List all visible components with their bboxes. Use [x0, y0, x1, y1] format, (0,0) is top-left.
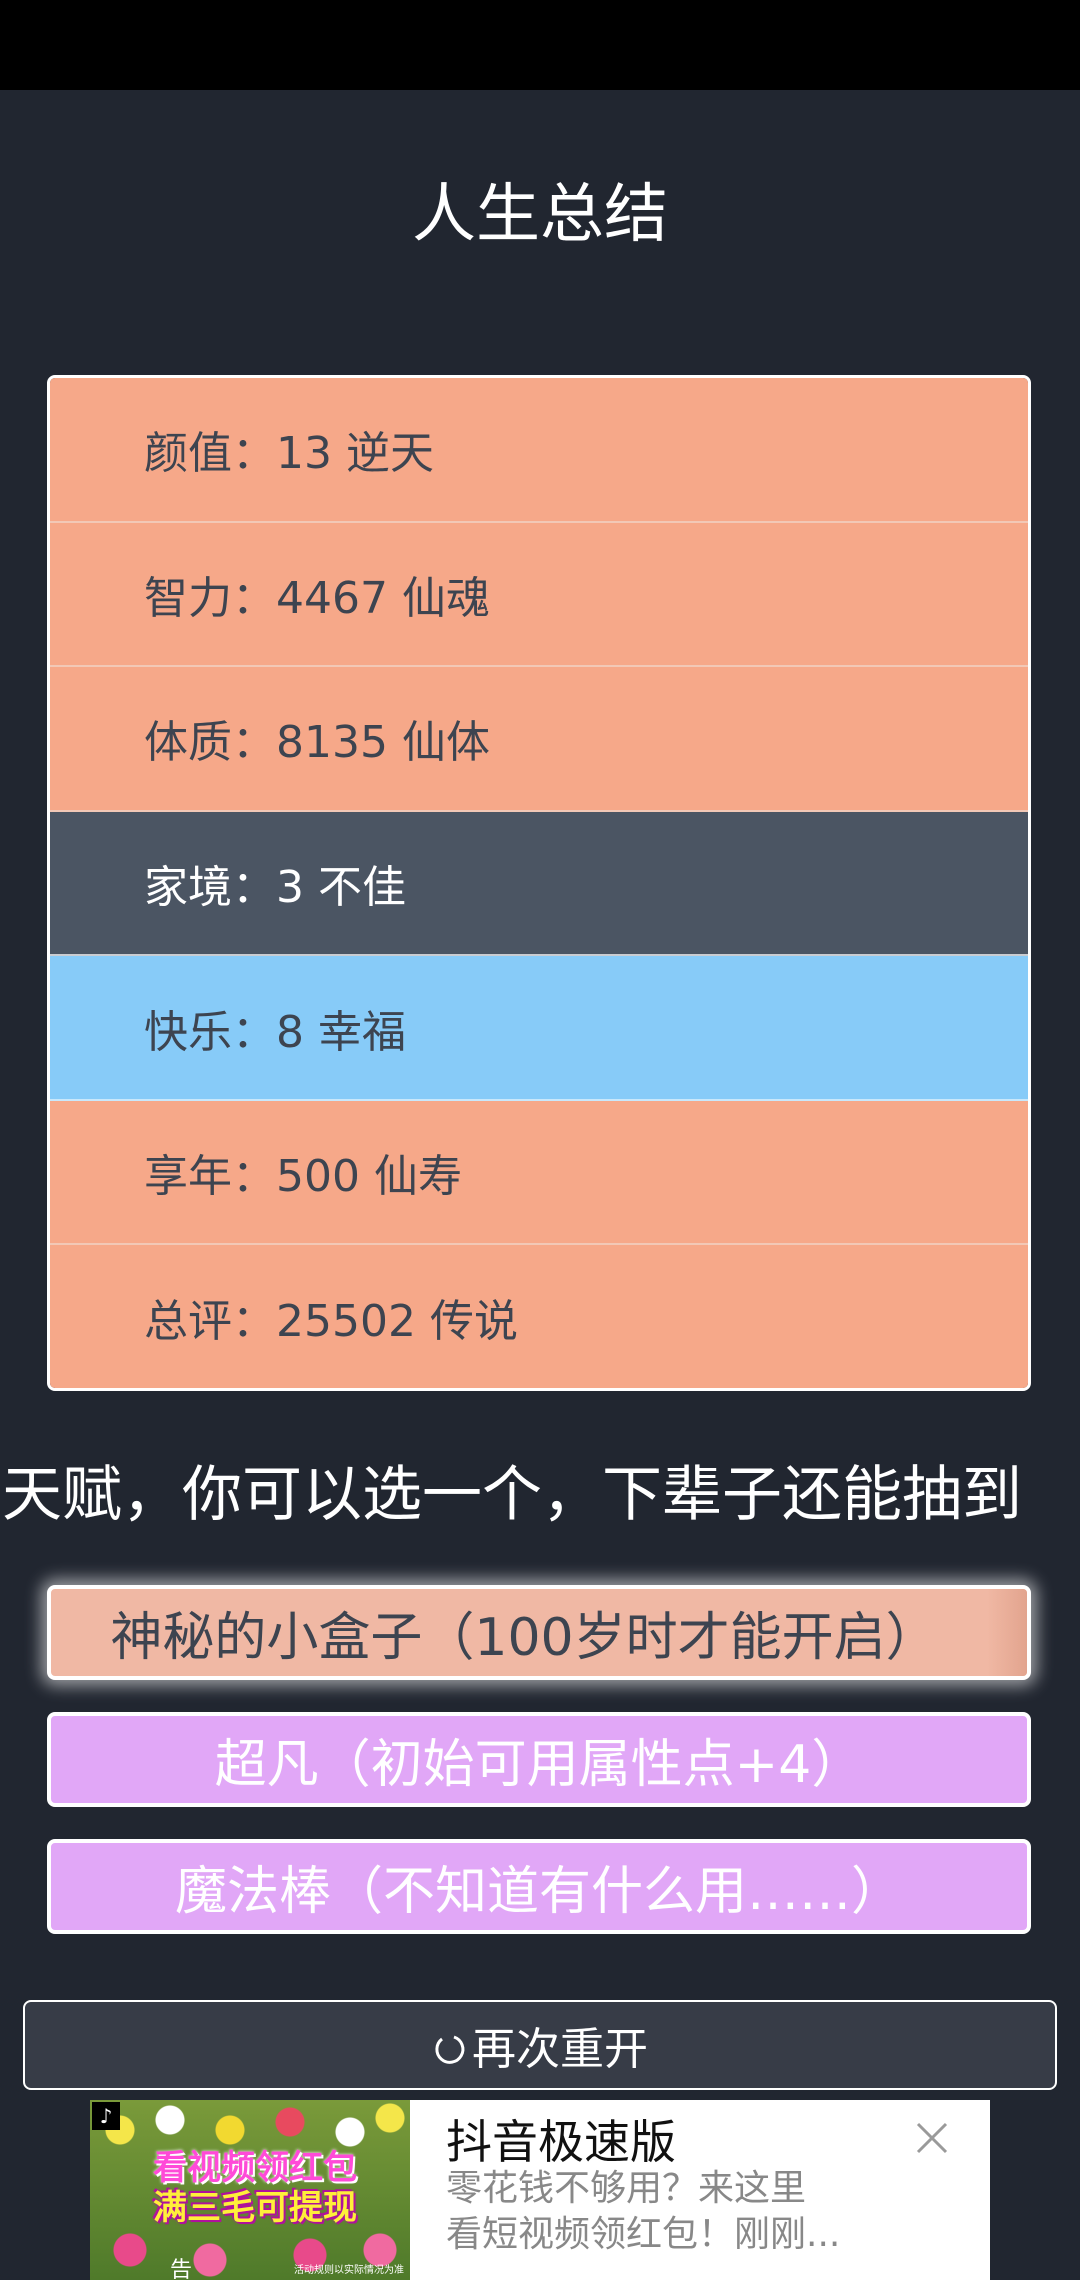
summary-row-happiness: 快乐：8 幸福	[50, 956, 1028, 1101]
ad-image-text: 看视频领红包 满三毛可提现	[153, 2148, 357, 2228]
summary-row-lifespan: 享年：500 仙寿	[50, 1100, 1028, 1246]
summary-row-appearance: 颜值：13 逆天	[50, 378, 1028, 523]
restart-label: 再次重开	[472, 2024, 648, 2075]
life-summary-table: 颜值：13 逆天 智力：4467 仙魂 体质：8135 仙体 家境：3 不佳 快…	[47, 375, 1031, 1391]
talent-option-mystery-box[interactable]: 神秘的小盒子（100岁时才能开启）	[47, 1585, 1031, 1680]
talent-option-magic-wand[interactable]: 魔法棒（不知道有什么用……）	[47, 1839, 1031, 1934]
summary-row-intelligence: 智力：4467 仙魂	[50, 522, 1028, 668]
status-bar	[0, 0, 1080, 90]
summary-row-physique: 体质：8135 仙体	[50, 667, 1028, 812]
talent-option-extraordinary[interactable]: 超凡（初始可用属性点+4）	[47, 1712, 1031, 1807]
restart-button[interactable]: 再次重开	[23, 2000, 1057, 2090]
talent-label: 超凡（初始可用属性点+4）	[214, 1735, 864, 1795]
refresh-icon	[432, 2027, 468, 2064]
talent-prompt: 天赋，你可以选一个，下辈子还能抽到	[2, 1460, 1022, 1530]
summary-row-family: 家境：3 不佳	[50, 811, 1028, 957]
close-icon[interactable]	[912, 2118, 952, 2158]
ad-title: 抖音极速版	[446, 2115, 676, 2169]
tiktok-icon: ♪	[92, 2102, 120, 2130]
ad-image[interactable]: ♪ 看视频领红包 满三毛可提现 告 活动规则以实际情况为准	[90, 2100, 410, 2280]
ad-banner[interactable]: ♪ 看视频领红包 满三毛可提现 告 活动规则以实际情况为准 抖音极速版 零花钱不…	[90, 2100, 990, 2280]
talent-label: 魔法棒（不知道有什么用……）	[174, 1862, 903, 1922]
ad-badge: 告	[170, 2258, 193, 2280]
ad-description: 零花钱不够用？来这里 看短视频领红包！刚刚...	[446, 2168, 841, 2255]
talent-label: 神秘的小盒子（100岁时才能开启）	[110, 1608, 938, 1668]
ad-fine-print: 活动规则以实际情况为准	[294, 2265, 404, 2276]
page-title: 人生总结	[412, 178, 668, 252]
summary-row-overall: 总评：25502 传说	[50, 1245, 1028, 1388]
